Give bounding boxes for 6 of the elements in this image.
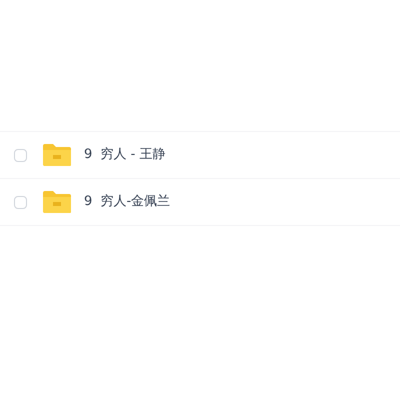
- checkbox[interactable]: [14, 148, 27, 162]
- file-name[interactable]: 9 穷人 - 王静: [84, 145, 166, 165]
- checkbox[interactable]: [14, 196, 27, 208]
- folder-icon: [42, 143, 72, 167]
- folder-icon: [42, 190, 72, 214]
- file-name[interactable]: 9 穷人-金佩兰: [84, 192, 170, 212]
